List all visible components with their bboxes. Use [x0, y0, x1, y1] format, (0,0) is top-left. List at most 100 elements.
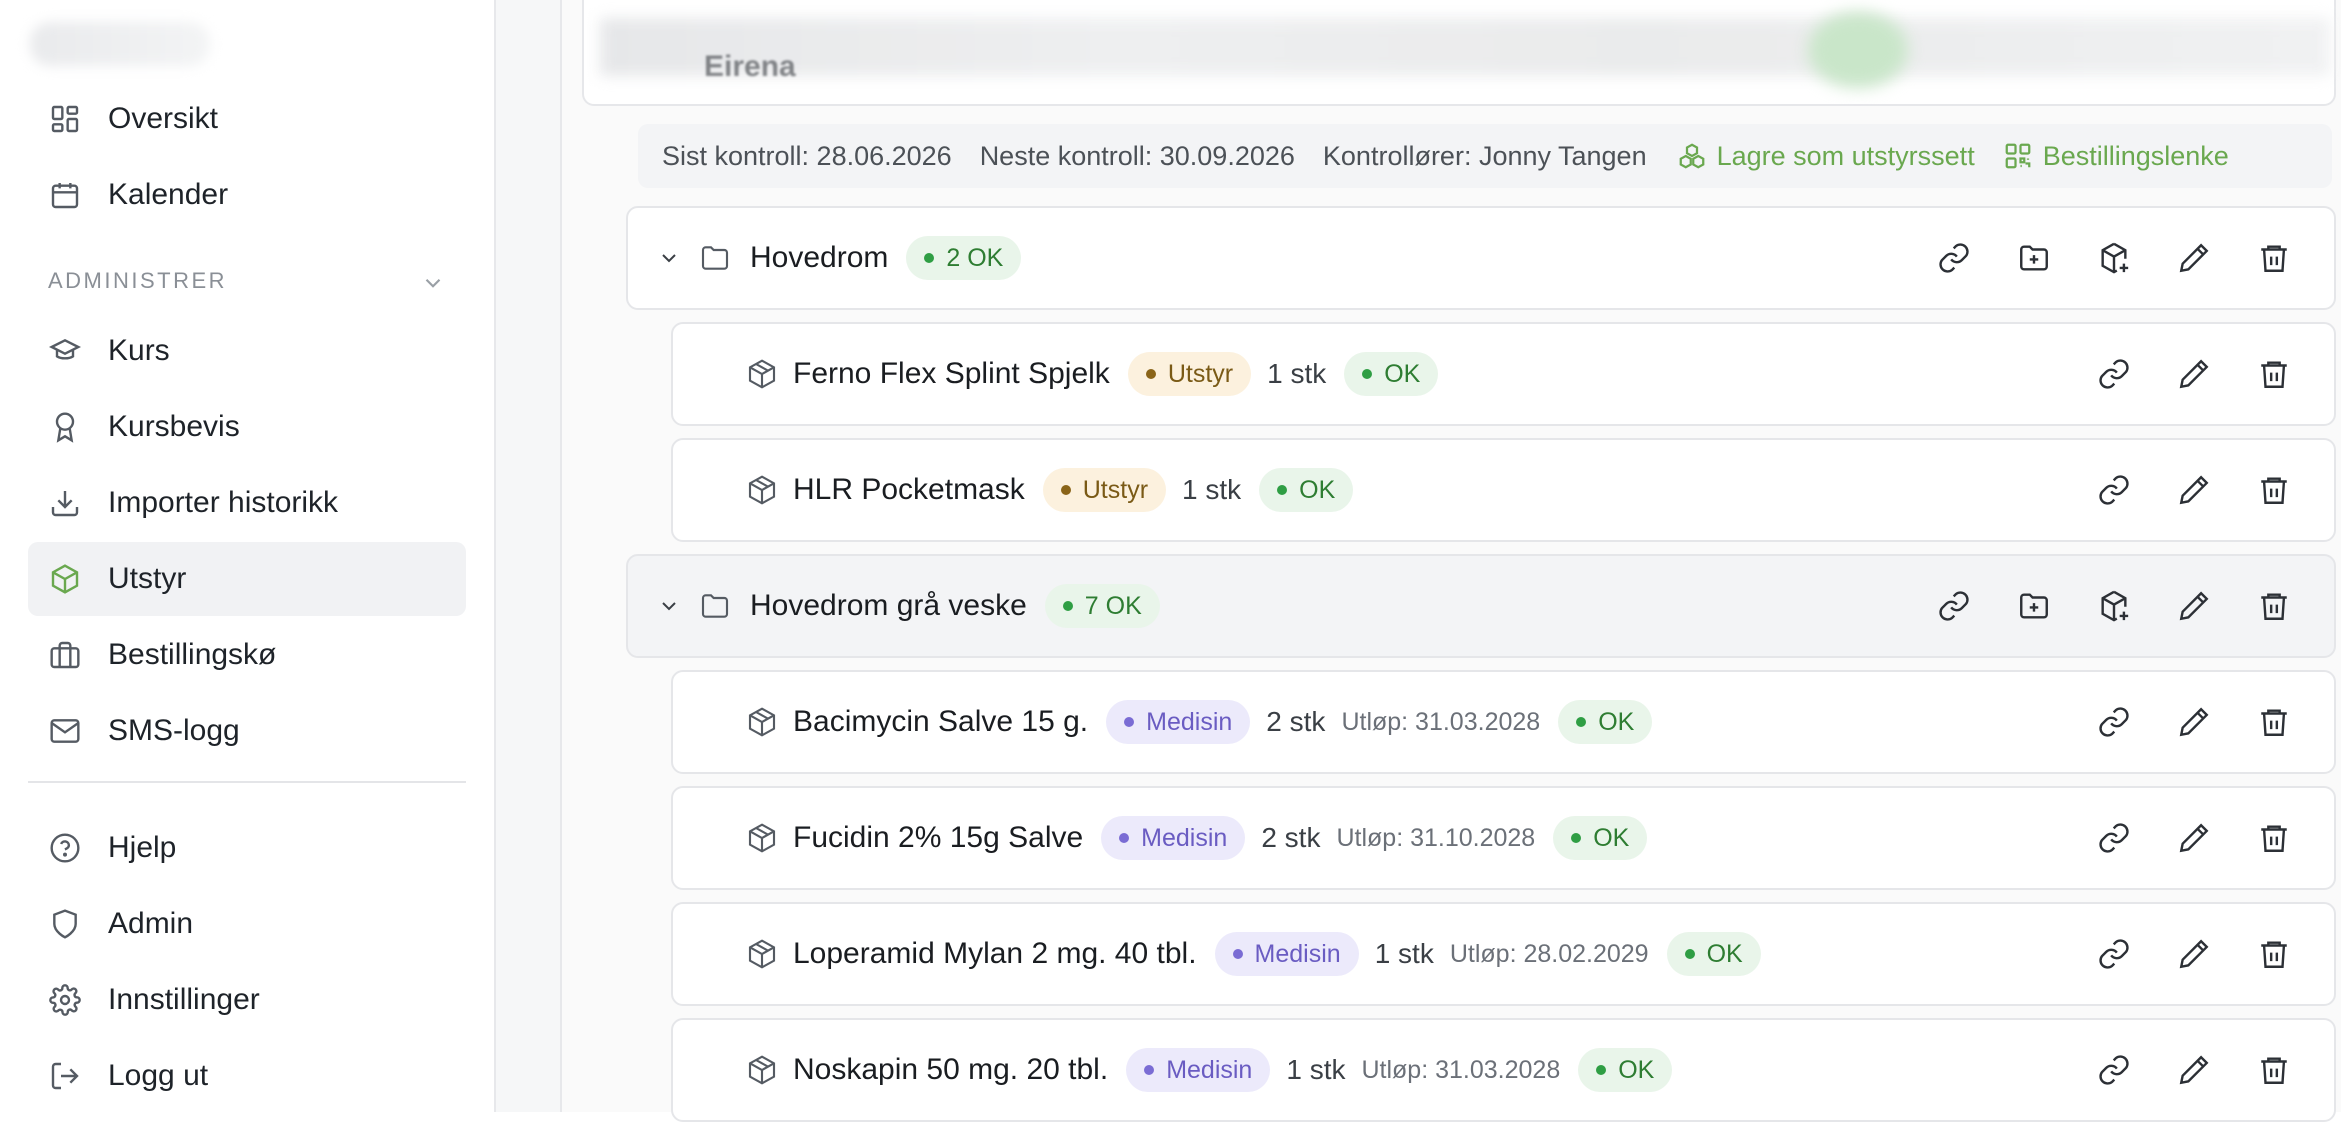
pencil-icon[interactable]: [2174, 586, 2214, 626]
chevron-down-icon[interactable]: [654, 591, 684, 621]
nav-kurs[interactable]: Kurs: [28, 314, 466, 388]
gear-icon: [48, 983, 82, 1017]
nav-logg-ut[interactable]: Logg ut: [28, 1039, 466, 1113]
link-icon[interactable]: [2094, 702, 2134, 742]
nav-kursbevis[interactable]: Kursbevis: [28, 390, 466, 464]
item-actions: [2094, 440, 2334, 540]
category-badge: Medisin: [1214, 932, 1359, 976]
pencil-icon[interactable]: [2174, 470, 2214, 510]
controllers: Kontrollører: Jonny Tangen: [1322, 140, 1647, 171]
pencil-icon[interactable]: [2174, 1050, 2214, 1090]
logout-icon: [48, 1059, 82, 1093]
status-badge: OK: [1344, 352, 1439, 396]
trash-icon[interactable]: [2254, 934, 2294, 974]
package-plus-icon[interactable]: [2094, 586, 2134, 626]
equipment-row[interactable]: Loperamid Mylan 2 mg. 40 tbl. Medisin 1 …: [671, 902, 2336, 1006]
status-badge: OK: [1553, 816, 1648, 860]
trash-icon[interactable]: [2254, 586, 2294, 626]
status-badge: OK: [1259, 468, 1354, 512]
section-label-administrer: ADMINISTRER: [48, 268, 228, 293]
item-actions: [2094, 1020, 2334, 1120]
mail-icon: [48, 714, 82, 748]
shield-icon: [48, 907, 82, 941]
item-actions: [2094, 324, 2334, 424]
equipment-row[interactable]: Noskapin 50 mg. 20 tbl. Medisin 1 stk Ut…: [671, 1018, 2336, 1122]
header-blurred-accent: [1808, 12, 1908, 88]
item-quantity: 1 stk: [1286, 1054, 1346, 1085]
package-plus-icon[interactable]: [2094, 238, 2134, 278]
item-quantity: 1 stk: [1267, 358, 1327, 389]
package-icon: [745, 821, 779, 855]
category-badge: Medisin: [1101, 816, 1246, 860]
equipment-row[interactable]: Bacimycin Salve 15 g. Medisin 2 stk Utlø…: [671, 670, 2336, 774]
link-icon[interactable]: [2094, 354, 2134, 394]
boxes-icon: [1679, 143, 1704, 169]
graduation-cap-icon: [48, 334, 82, 368]
nav-utstyr[interactable]: Utstyr: [28, 542, 466, 616]
nav-innstillinger[interactable]: Innstillinger: [28, 963, 466, 1037]
content-gutter: [496, 0, 562, 1112]
pencil-icon[interactable]: [2174, 354, 2214, 394]
save-as-set-label: Lagre som utstyrssett: [1716, 140, 1975, 171]
equipment-row[interactable]: Ferno Flex Splint Spjelk Utstyr 1 stk OK: [671, 322, 2336, 426]
link-icon[interactable]: [1934, 238, 1974, 278]
item-name: HLR Pocketmask: [793, 473, 1025, 506]
nav-label: Oversikt: [108, 102, 219, 135]
chevron-down-icon[interactable]: [654, 243, 684, 273]
nav-label: Hjelp: [108, 831, 177, 864]
link-icon[interactable]: [2094, 818, 2134, 858]
item-name: Bacimycin Salve 15 g.: [793, 705, 1089, 738]
item-name: Ferno Flex Splint Spjelk: [793, 357, 1110, 390]
category-badge: Medisin: [1106, 700, 1251, 744]
folder-icon: [698, 241, 732, 275]
link-icon[interactable]: [2094, 470, 2134, 510]
link-icon[interactable]: [2094, 934, 2134, 974]
folder-row[interactable]: Hovedrom 2 OK: [626, 206, 2336, 310]
status-badge: OK: [1558, 700, 1653, 744]
nav-label: Kurs: [108, 334, 170, 367]
download-icon: [48, 486, 82, 520]
equipment-row[interactable]: Fucidin 2% 15g Salve Medisin 2 stk Utløp…: [671, 786, 2336, 890]
item-quantity: 2 stk: [1261, 822, 1321, 853]
sidebar: Oversikt Kalender ADMINISTRER Kurs Kursb…: [0, 0, 496, 1112]
briefcase-icon: [48, 638, 82, 672]
pencil-icon[interactable]: [2174, 702, 2214, 742]
folder-plus-icon[interactable]: [2014, 586, 2054, 626]
order-link-button[interactable]: Bestillingslenke: [2003, 141, 2229, 172]
link-icon[interactable]: [1934, 586, 1974, 626]
nav-oversikt[interactable]: Oversikt: [28, 82, 466, 156]
folder-row[interactable]: Hovedrom grå veske 7 OK: [626, 554, 2336, 658]
item-name: Fucidin 2% 15g Salve: [793, 821, 1084, 854]
item-expiry: Utløp: 31.03.2028: [1341, 707, 1541, 736]
nav-bestillingsko[interactable]: Bestillingskø: [28, 618, 466, 692]
nav-admin[interactable]: Admin: [28, 887, 466, 961]
pencil-icon[interactable]: [2174, 818, 2214, 858]
package-icon: [745, 1053, 779, 1087]
pencil-icon[interactable]: [2174, 238, 2214, 278]
trash-icon[interactable]: [2254, 354, 2294, 394]
trash-icon[interactable]: [2254, 818, 2294, 858]
award-icon: [48, 410, 82, 444]
nav-kalender[interactable]: Kalender: [28, 158, 466, 232]
trash-icon[interactable]: [2254, 238, 2294, 278]
trash-icon[interactable]: [2254, 470, 2294, 510]
chevron-down-icon[interactable]: [420, 270, 446, 296]
pencil-icon[interactable]: [2174, 934, 2214, 974]
nav-importer-historikk[interactable]: Importer historikk: [28, 466, 466, 540]
equipment-row[interactable]: HLR Pocketmask Utstyr 1 stk OK: [671, 438, 2336, 542]
trash-icon[interactable]: [2254, 702, 2294, 742]
category-badge: Utstyr: [1127, 352, 1252, 396]
next-check: Neste kontroll: 30.09.2026: [979, 140, 1295, 171]
folder-plus-icon[interactable]: [2014, 238, 2054, 278]
save-as-set-button[interactable]: Lagre som utstyrssett: [1677, 141, 1975, 172]
nav-label: SMS-logg: [108, 714, 240, 747]
nav-sms-logg[interactable]: SMS-logg: [28, 694, 466, 768]
help-circle-icon: [48, 831, 82, 865]
folder-icon: [698, 589, 732, 623]
nav-label: Kursbevis: [108, 410, 240, 443]
category-badge: Utstyr: [1042, 468, 1167, 512]
link-icon[interactable]: [2094, 1050, 2134, 1090]
item-expiry: Utløp: 31.10.2028: [1336, 823, 1536, 852]
nav-hjelp[interactable]: Hjelp: [28, 811, 466, 885]
trash-icon[interactable]: [2254, 1050, 2294, 1090]
